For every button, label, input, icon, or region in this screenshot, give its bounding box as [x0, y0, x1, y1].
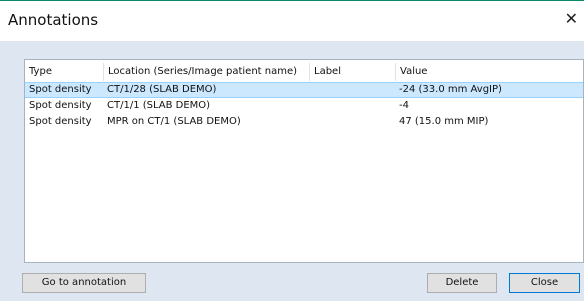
annotations-dialog: Annotations ✕ Type Location (Series/Imag… [0, 0, 584, 301]
dialog-title: Annotations [8, 11, 99, 29]
go-to-annotation-button[interactable]: Go to annotation [22, 273, 146, 293]
close-icon[interactable]: ✕ [565, 10, 578, 28]
cell-label [309, 114, 395, 130]
cell-type: Spot density [29, 116, 92, 127]
annotations-table: Type Location (Series/Image patient name… [24, 59, 584, 263]
cell-type: Spot density [29, 100, 92, 111]
cell-location: CT/1/1 (SLAB DEMO) [107, 100, 211, 111]
column-header-label[interactable]: Label [309, 63, 395, 81]
column-header-value[interactable]: Value [395, 63, 583, 81]
title-bar: Annotations ✕ [0, 1, 584, 41]
column-header-type[interactable]: Type [25, 63, 103, 81]
cell-value: -24 (33.0 mm AvgIP) [399, 84, 502, 95]
cell-value: 47 (15.0 mm MIP) [399, 116, 489, 127]
cell-type: Spot density [29, 84, 92, 95]
dialog-body: Type Location (Series/Image patient name… [0, 41, 584, 301]
cell-location: CT/1/28 (SLAB DEMO) [107, 84, 217, 95]
cell-value: -4 [399, 100, 409, 111]
cell-label [309, 98, 395, 114]
table-row[interactable]: Spot density CT/1/28 (SLAB DEMO) -24 (33… [25, 82, 583, 98]
cell-location: MPR on CT/1 (SLAB DEMO) [107, 116, 241, 127]
delete-button[interactable]: Delete [427, 273, 497, 293]
close-button[interactable]: Close [509, 273, 580, 293]
table-row[interactable]: Spot density CT/1/1 (SLAB DEMO) -4 [25, 98, 583, 114]
table-row[interactable]: Spot density MPR on CT/1 (SLAB DEMO) 47 … [25, 114, 583, 130]
table-header: Type Location (Series/Image patient name… [25, 63, 583, 81]
column-header-location[interactable]: Location (Series/Image patient name) [103, 63, 309, 81]
cell-label [309, 83, 395, 97]
